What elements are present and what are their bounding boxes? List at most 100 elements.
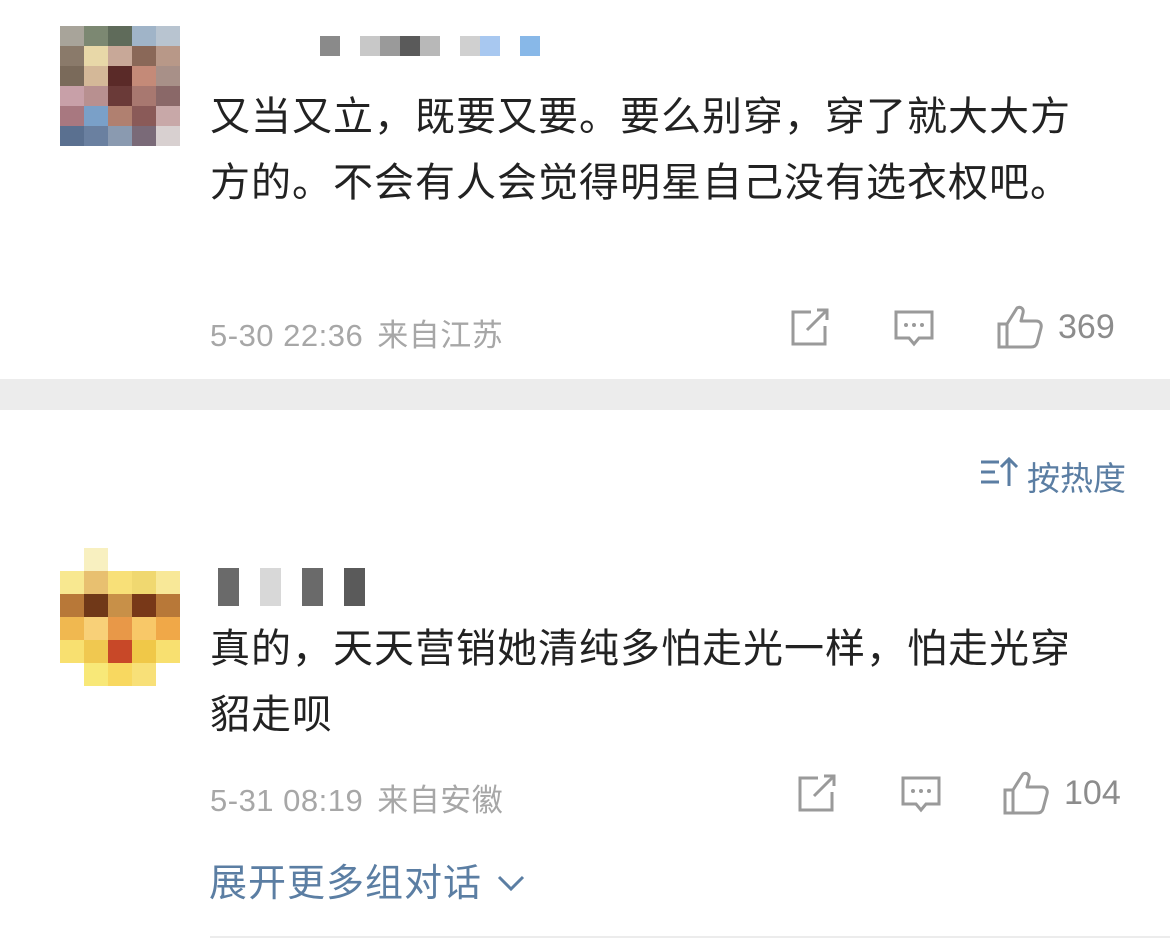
avatar-pixel xyxy=(84,66,108,86)
avatar-pixel xyxy=(84,26,108,46)
username-pixel xyxy=(400,36,420,56)
avatar-pixel xyxy=(156,66,180,86)
comment-text: 又当又立，既要又要。要么别穿，穿了就大大方方的。不会有人会觉得明星自己没有选衣权… xyxy=(210,94,1071,206)
avatar-pixel xyxy=(108,66,132,86)
avatar-pixel xyxy=(60,663,84,686)
avatar-pixel xyxy=(108,86,132,106)
avatar-pixel xyxy=(84,548,108,571)
avatar-pixel xyxy=(156,106,180,126)
avatar[interactable] xyxy=(60,26,180,146)
avatar-pixel xyxy=(108,46,132,66)
username-pixel xyxy=(440,36,460,56)
expand-conversations-button[interactable]: 展开更多组对话 xyxy=(209,852,526,907)
like-count: 104 xyxy=(1064,773,1121,812)
thumbs-up-icon xyxy=(1002,770,1050,816)
avatar-pixel xyxy=(108,617,132,640)
username-pixel xyxy=(302,568,323,606)
avatar-pixel xyxy=(132,594,156,617)
bottom-divider xyxy=(210,936,1170,938)
username-pixel xyxy=(323,568,344,606)
avatar-pixel xyxy=(84,640,108,663)
avatar-pixel xyxy=(60,26,84,46)
avatar-pixel xyxy=(60,640,84,663)
sort-icon xyxy=(979,454,1027,498)
avatar-pixel xyxy=(108,640,132,663)
avatar-pixel xyxy=(156,126,180,146)
comment-button[interactable] xyxy=(893,308,935,350)
avatar-pixel xyxy=(132,617,156,640)
avatar-pixel xyxy=(108,663,132,686)
username-pixel xyxy=(460,36,480,56)
avatar-pixel xyxy=(60,617,84,640)
username-pixel xyxy=(420,36,440,56)
comment-date: 5-30 22:36 xyxy=(210,318,364,353)
username-pixel xyxy=(218,568,239,606)
avatar-pixel xyxy=(60,106,84,126)
avatar-pixel xyxy=(108,571,132,594)
username-pixel xyxy=(239,568,260,606)
share-icon xyxy=(789,308,831,348)
avatar-pixel xyxy=(108,26,132,46)
username-pixel xyxy=(340,36,360,56)
avatar-pixel xyxy=(156,663,180,686)
username-pixel xyxy=(281,568,302,606)
avatar-pixel xyxy=(60,46,84,66)
avatar-pixel xyxy=(132,571,156,594)
expand-label: 展开更多组对话 xyxy=(209,861,483,905)
avatar-pixel xyxy=(84,617,108,640)
username-pixel xyxy=(360,36,380,56)
username[interactable] xyxy=(218,566,365,608)
avatar-pixel xyxy=(156,86,180,106)
username-pixel xyxy=(500,36,520,56)
avatar-pixel xyxy=(132,126,156,146)
avatar-pixel xyxy=(156,26,180,46)
avatar-pixel xyxy=(156,617,180,640)
like-button[interactable]: 104 xyxy=(1002,770,1121,816)
chevron-down-icon xyxy=(482,858,526,902)
avatar-pixel xyxy=(108,106,132,126)
section-divider xyxy=(0,379,1170,410)
avatar-pixel xyxy=(60,594,84,617)
comment-date: 5-31 08:19 xyxy=(210,783,364,818)
avatar-pixel xyxy=(156,548,180,571)
avatar-pixel xyxy=(132,26,156,46)
avatar-pixel xyxy=(60,548,84,571)
avatar-pixel xyxy=(84,126,108,146)
avatar-pixel xyxy=(156,594,180,617)
comment-text: 真的，天天营销她清纯多怕走光一样，怕走光穿貂走呗 xyxy=(210,626,1071,738)
avatar-pixel xyxy=(132,663,156,686)
comment-location: 来自江苏 xyxy=(377,318,504,354)
username-pixel xyxy=(480,36,500,56)
avatar-pixel xyxy=(132,86,156,106)
avatar-pixel xyxy=(84,594,108,617)
avatar-pixel xyxy=(108,126,132,146)
avatar-pixel xyxy=(108,594,132,617)
avatar-pixel xyxy=(132,640,156,663)
comment-meta: 5-30 22:36 来自江苏 xyxy=(210,310,503,355)
like-button[interactable]: 369 xyxy=(996,304,1115,350)
username-pixel xyxy=(380,36,400,56)
avatar-pixel xyxy=(84,106,108,126)
sort-button[interactable]: 按热度 xyxy=(979,452,1126,500)
avatar-pixel xyxy=(132,548,156,571)
thumbs-up-icon xyxy=(996,304,1044,350)
avatar-pixel xyxy=(156,46,180,66)
share-button[interactable] xyxy=(796,774,838,814)
avatar-pixel xyxy=(156,640,180,663)
avatar-pixel xyxy=(60,86,84,106)
avatar-pixel xyxy=(108,548,132,571)
avatar-pixel xyxy=(60,126,84,146)
avatar[interactable] xyxy=(60,548,180,686)
avatar-pixel xyxy=(60,66,84,86)
username-pixel xyxy=(320,36,340,56)
sort-label: 按热度 xyxy=(1027,459,1126,498)
avatar-pixel xyxy=(84,46,108,66)
comment-button[interactable] xyxy=(900,774,942,816)
username-pixel xyxy=(520,36,540,56)
username[interactable] xyxy=(320,26,540,66)
share-button[interactable] xyxy=(789,308,831,348)
comment-location: 来自安徽 xyxy=(377,783,504,819)
avatar-pixel xyxy=(60,571,84,594)
avatar-pixel xyxy=(132,66,156,86)
comment-icon xyxy=(900,774,942,816)
